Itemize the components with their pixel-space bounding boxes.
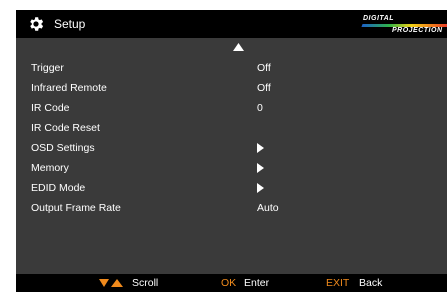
gear-icon [30,17,44,31]
footer-bar: Scroll OK Enter EXIT Back [16,274,447,292]
menu-item-infrared-remote[interactable]: Infrared Remote Off [16,78,447,98]
scroll-arrows-icon [99,279,123,287]
triangle-right-icon [257,183,264,193]
menu-item-label: IR Code [31,102,70,114]
osd-panel: Setup DIGITAL PROJECTION Trigger Off Inf… [16,10,447,292]
menu-item-value: Auto [257,202,279,214]
menu-item-label: Trigger [31,62,64,74]
digital-projection-logo: DIGITAL PROJECTION [361,15,447,35]
menu-item-trigger[interactable]: Trigger Off [16,58,447,78]
menu-item-osd-settings[interactable]: OSD Settings [16,138,447,158]
menu-item-value: Off [257,62,271,74]
menu-item-ir-code[interactable]: IR Code 0 [16,98,447,118]
triangle-right-icon [257,143,264,153]
menu-item-value: 0 [257,102,263,114]
menu-item-label: Memory [31,162,69,174]
page-title: Setup [54,17,86,31]
back-hint-label: Back [359,277,383,289]
triangle-up-icon[interactable] [233,43,244,51]
menu-item-label: IR Code Reset [31,122,100,134]
menu-item-value: Off [257,82,271,94]
logo-text-projection: PROJECTION [392,27,443,34]
enter-hint-label: Enter [244,277,270,289]
triangle-right-icon [257,163,264,173]
menu-item-label: OSD Settings [31,142,95,154]
scroll-hint-label: Scroll [132,277,159,289]
ok-key-label: OK [221,277,237,289]
menu-item-memory[interactable]: Memory [16,158,447,178]
exit-key-label: EXIT [326,277,350,289]
menu-item-output-frame-rate[interactable]: Output Frame Rate Auto [16,198,447,218]
menu-item-label: EDID Mode [31,182,86,194]
header-bar: Setup DIGITAL PROJECTION [16,10,447,38]
logo-text-digital: DIGITAL [363,15,394,22]
menu-item-ir-code-reset[interactable]: IR Code Reset [16,118,447,138]
menu-item-label: Infrared Remote [31,82,107,94]
menu-item-label: Output Frame Rate [31,202,121,214]
menu-item-edid-mode[interactable]: EDID Mode [16,178,447,198]
